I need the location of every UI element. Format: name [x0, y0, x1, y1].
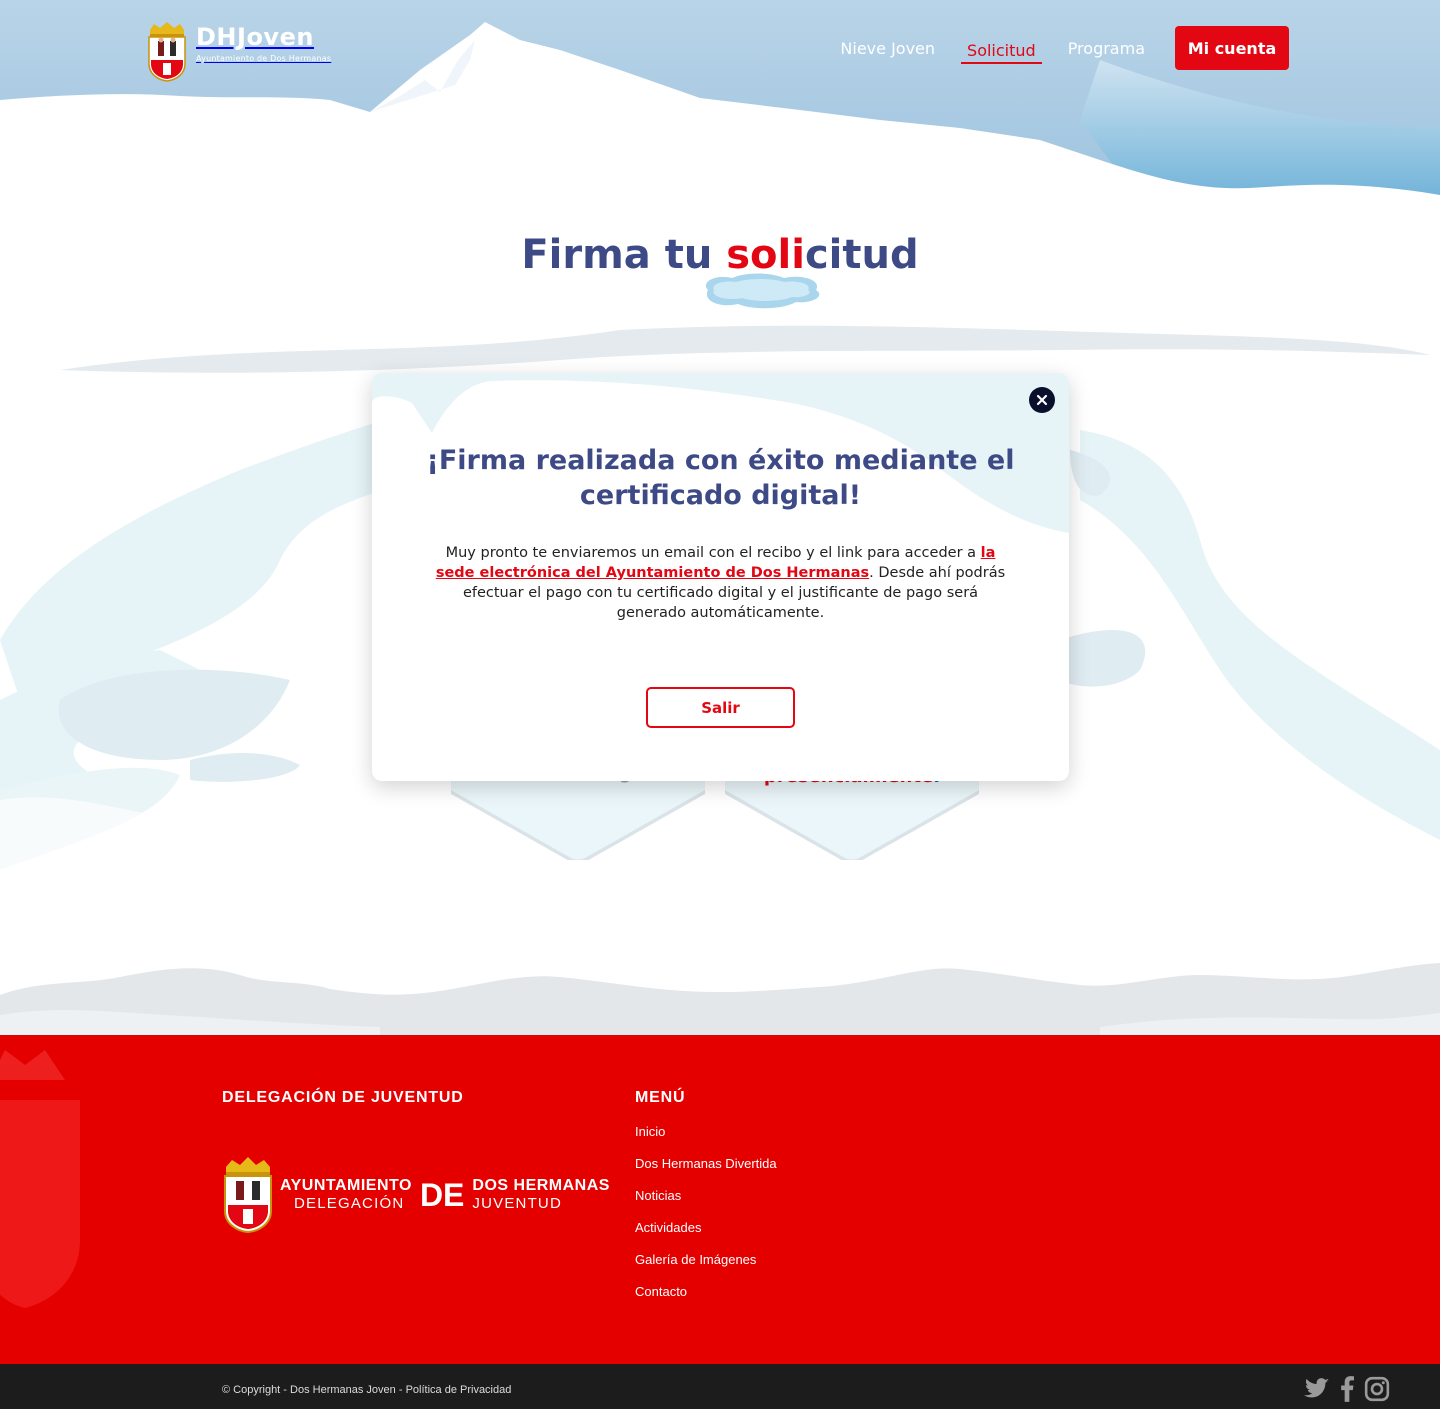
modal-title: ¡Firma realizada con éxito mediante el c…: [426, 445, 1015, 511]
footer-menu-item: Actividades: [635, 1217, 777, 1249]
my-account-button[interactable]: Mi cuenta: [1175, 26, 1289, 70]
site-header: DHJoven Ayuntamiento de Dos Hermanas Nie…: [0, 0, 1440, 100]
footer-menu-item: Galería de Imágenes: [635, 1249, 777, 1281]
modal-close-button[interactable]: [1029, 387, 1055, 413]
footer-crest-watermark: [0, 1050, 80, 1308]
coat-of-arms-icon: [148, 22, 186, 82]
footer-link-noticias[interactable]: Noticias: [635, 1188, 681, 1203]
copyright-bar: © Copyright - Dos Hermanas Joven - Polít…: [0, 1364, 1440, 1409]
footer-mountain-decoration: [0, 963, 1440, 1037]
copyright-prefix: © Copyright -: [222, 1384, 291, 1396]
footer-logo-juventud: JUVENTUD: [472, 1195, 562, 1212]
nav-programa[interactable]: Programa: [1062, 31, 1151, 66]
facebook-icon[interactable]: [1340, 1376, 1354, 1402]
copyright-text: © Copyright - Dos Hermanas Joven - Polít…: [222, 1384, 511, 1396]
twitter-icon[interactable]: [1304, 1378, 1330, 1400]
footer-col-menu: MENÚ Inicio Dos Hermanas Divertida Notic…: [635, 1089, 777, 1313]
success-modal: ¡Firma realizada con éxito mediante el c…: [372, 373, 1069, 781]
footer-logo-text: AYUNTAMIENTO DELEGACIÓN DE DOS HERMANAS …: [280, 1177, 610, 1214]
brand-title: DHJoven: [196, 23, 314, 51]
footer-link-galeria[interactable]: Galería de Imágenes: [635, 1252, 756, 1267]
title-puddle-decoration: [705, 273, 820, 309]
footer-logo-left: AYUNTAMIENTO DELEGACIÓN: [280, 1177, 412, 1213]
copyright-site-link[interactable]: Dos Hermanas Joven: [290, 1384, 396, 1396]
coat-of-arms-icon: [224, 1157, 272, 1233]
close-icon: [1036, 394, 1048, 406]
footer-menu-item: Noticias: [635, 1185, 777, 1217]
footer-link-inicio[interactable]: Inicio: [635, 1124, 665, 1139]
instagram-icon[interactable]: [1364, 1376, 1390, 1402]
modal-message-start: Muy pronto te enviaremos un email con el…: [445, 545, 981, 561]
modal-message: Muy pronto te enviaremos un email con el…: [432, 543, 1009, 623]
nav-nieve-joven[interactable]: Nieve Joven: [834, 31, 941, 66]
footer-logo-right: DOS HERMANAS JUVENTUD: [472, 1177, 610, 1213]
footer-logo-de: DE: [419, 1176, 465, 1213]
footer-ayuntamiento-logo: AYUNTAMIENTO DELEGACIÓN DE DOS HERMANAS …: [222, 1157, 610, 1233]
footer-logo-delegacion: DELEGACIÓN: [294, 1195, 405, 1212]
brand-subtitle: Ayuntamiento de Dos Hermanas: [196, 54, 332, 63]
footer-heading-juventud: DELEGACIÓN DE JUVENTUD: [222, 1089, 464, 1106]
brand-text: DHJoven Ayuntamiento de Dos Hermanas: [196, 22, 331, 63]
site-logo[interactable]: DHJoven Ayuntamiento de Dos Hermanas: [146, 22, 331, 82]
copyright-separator: -: [395, 1384, 406, 1396]
footer-logo-ayuntamiento: AYUNTAMIENTO: [280, 1177, 412, 1194]
footer-link-divertida[interactable]: Dos Hermanas Divertida: [635, 1156, 777, 1171]
footer-col-juventud: DELEGACIÓN DE JUVENTUD: [222, 1089, 464, 1107]
footer-link-contacto[interactable]: Contacto: [635, 1284, 687, 1299]
privacy-policy-link[interactable]: Política de Privacidad: [406, 1384, 512, 1396]
page-title-start: Firma tu: [521, 232, 727, 278]
footer-logo-dos-hermanas: DOS HERMANAS: [472, 1177, 610, 1194]
social-links: [1294, 1376, 1390, 1402]
footer-menu-list: Inicio Dos Hermanas Divertida Noticias A…: [635, 1121, 777, 1313]
footer-link-actividades[interactable]: Actividades: [635, 1220, 701, 1235]
nav-solicitud[interactable]: Solicitud: [961, 33, 1042, 64]
exit-button[interactable]: Salir: [646, 687, 795, 728]
footer-heading-menu: MENÚ: [635, 1089, 686, 1106]
footer-menu-item: Contacto: [635, 1281, 777, 1313]
site-footer: DELEGACIÓN DE JUVENTUD AYUNTAMIENTO DELE…: [0, 1035, 1440, 1364]
footer-menu-item: Inicio: [635, 1121, 777, 1153]
footer-menu-item: Dos Hermanas Divertida: [635, 1153, 777, 1185]
main-nav: Nieve Joven Solicitud Programa Mi cuenta: [834, 26, 1289, 70]
